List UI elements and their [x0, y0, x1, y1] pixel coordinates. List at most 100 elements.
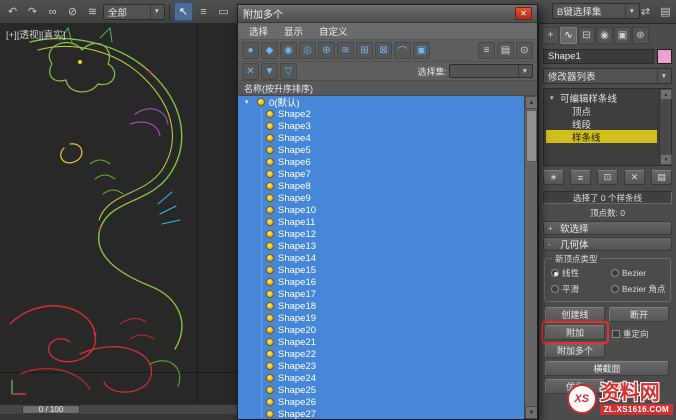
display-tab[interactable]: ▣	[614, 27, 631, 44]
rollout-soft-selection[interactable]: + 软选择	[543, 221, 672, 235]
show-end-result-icon[interactable]: ≡	[570, 170, 591, 185]
display-cameras-icon[interactable]: ◎	[299, 42, 316, 59]
list-item[interactable]: Shape26	[238, 396, 524, 408]
list-item[interactable]: Shape22	[238, 348, 524, 360]
list-item[interactable]: Shape21	[238, 336, 524, 348]
list-item[interactable]: Shape15	[238, 264, 524, 276]
modifier-list-dropdown[interactable]: 修改器列表 ▼	[543, 68, 672, 84]
list-item[interactable]: Shape5	[238, 144, 524, 156]
pin-stack-icon[interactable]: ∗	[543, 170, 564, 185]
display-xrefs-icon[interactable]: ⊠	[375, 42, 392, 59]
filter-icon[interactable]: ▼	[261, 62, 278, 80]
utilities-tab[interactable]: ⊛	[632, 27, 649, 44]
tree-expand-icon[interactable]: ▾	[245, 98, 253, 106]
display-shapes-icon[interactable]: ◆	[261, 42, 278, 59]
undo-icon[interactable]: ↶	[3, 2, 22, 21]
list-item[interactable]: Shape13	[238, 240, 524, 252]
stack-row[interactable]: ▾ 可编辑样条线	[546, 91, 657, 105]
list-item[interactable]: Shape23	[238, 360, 524, 372]
motion-tab[interactable]: ◉	[596, 27, 613, 44]
menu-item[interactable]: 选择	[241, 23, 276, 39]
display-lights-icon[interactable]: ◉	[280, 42, 297, 59]
list-scrollbar[interactable]: ▲ ▼	[524, 96, 537, 419]
list-item[interactable]: Shape27	[238, 408, 524, 419]
list-item[interactable]: Shape2	[238, 108, 524, 120]
radio-bezier-corner[interactable]: Bezier 角点	[611, 283, 671, 295]
selection-set-dropdown[interactable]: ▼	[449, 64, 533, 78]
unlink-selection-icon[interactable]: ⊘	[63, 2, 82, 21]
column-view-icon[interactable]: ▤	[497, 42, 514, 59]
display-space-warps-icon[interactable]: ≋	[337, 42, 354, 59]
tree-root-row[interactable]: ▾ 0(默认)	[238, 96, 524, 109]
scroll-up-icon[interactable]: ▲	[525, 96, 537, 109]
list-item[interactable]: Shape25	[238, 384, 524, 396]
create-tab[interactable]: +	[542, 27, 559, 44]
stack-scrollbar[interactable]: ▲ ▼	[659, 89, 672, 165]
list-item[interactable]: Shape16	[238, 276, 524, 288]
display-groups-icon[interactable]: ⊞	[356, 42, 373, 59]
make-unique-icon[interactable]: ⊡	[597, 170, 618, 185]
radio-smooth[interactable]: 平滑	[551, 283, 611, 295]
select-object-icon[interactable]: ↖	[174, 2, 193, 21]
display-geometry-icon[interactable]: ●	[242, 42, 259, 59]
create-line-button[interactable]: 创建线	[545, 307, 605, 322]
cross-section-button[interactable]: 横截面	[545, 361, 669, 376]
stack-row[interactable]: 样条线	[546, 130, 657, 144]
list-item[interactable]: Shape20	[238, 324, 524, 336]
named-selection-set-dropdown[interactable]: B键选择集 ▼	[552, 3, 640, 19]
rollout-geometry[interactable]: - 几何体	[543, 237, 672, 251]
display-helpers-icon[interactable]: ⊕	[318, 42, 335, 59]
attach-multiple-button[interactable]: 附加多个	[545, 343, 605, 358]
hierarchy-tab[interactable]: ⊟	[578, 27, 595, 44]
menu-item[interactable]: 自定义	[311, 23, 356, 39]
list-item[interactable]: Shape4	[238, 132, 524, 144]
scroll-down-icon[interactable]: ▼	[525, 406, 537, 419]
list-item[interactable]: Shape7	[238, 168, 524, 180]
stack-row[interactable]: 顶点	[546, 104, 657, 118]
select-by-name-icon[interactable]: ≡	[194, 2, 213, 21]
list-item[interactable]: Shape8	[238, 180, 524, 192]
display-bones-icon[interactable]: ⌒	[394, 42, 411, 59]
list-item[interactable]: Shape10	[238, 204, 524, 216]
reorient-checkbox[interactable]: 重定向	[612, 328, 649, 340]
modify-tab[interactable]: ∿	[560, 27, 577, 44]
dialog-title-bar[interactable]: 附加多个 ✕	[238, 5, 537, 23]
viewport-label[interactable]: [+][透视][真实]	[6, 27, 65, 41]
rectangular-selection-region-icon[interactable]: ▭	[214, 2, 233, 21]
list-item[interactable]: Shape9	[238, 192, 524, 204]
selection-filter-dropdown[interactable]: 全部 ▼	[103, 3, 165, 20]
stack-row[interactable]: 线段	[546, 117, 657, 131]
list-column-header[interactable]: 名称(按升序排序)	[238, 81, 537, 96]
list-item[interactable]: Shape18	[238, 300, 524, 312]
list-item[interactable]: Shape14	[238, 252, 524, 264]
list-item[interactable]: Shape11	[238, 216, 524, 228]
select-none-icon[interactable]: ✕	[242, 62, 259, 80]
find-icon[interactable]: ⊙	[516, 42, 533, 59]
list-item[interactable]: Shape24	[238, 372, 524, 384]
filter-invert-icon[interactable]: ▽	[280, 62, 297, 80]
scrollbar-thumb[interactable]	[526, 110, 537, 162]
scroll-down-icon[interactable]: ▼	[660, 154, 672, 165]
list-view-icon[interactable]: ≡	[478, 42, 495, 59]
object-name-field[interactable]: Shape1	[543, 49, 654, 64]
time-slider-handle[interactable]: 0 / 100	[22, 405, 80, 414]
radio-linear[interactable]: 线性	[551, 267, 611, 279]
redo-icon[interactable]: ↷	[23, 2, 42, 21]
break-button[interactable]: 断开	[609, 307, 669, 322]
list-item[interactable]: Shape12	[238, 228, 524, 240]
list-item[interactable]: Shape19	[238, 312, 524, 324]
remove-modifier-icon[interactable]: ✕	[624, 170, 645, 185]
list-item[interactable]: Shape6	[238, 156, 524, 168]
list-item[interactable]: Shape17	[238, 288, 524, 300]
select-and-link-icon[interactable]: ∞	[43, 2, 62, 21]
radio-bezier[interactable]: Bezier	[611, 267, 671, 279]
object-color-swatch[interactable]	[657, 49, 672, 64]
layer-manager-icon[interactable]: ▤	[656, 2, 675, 21]
bind-to-space-warp-icon[interactable]: ≋	[83, 2, 102, 21]
display-frozen-icon[interactable]: ▣	[413, 42, 430, 59]
list-item[interactable]: Shape3	[238, 120, 524, 132]
mirror-icon[interactable]: ⇄	[636, 2, 655, 21]
attach-button[interactable]: 附加	[545, 325, 605, 340]
close-icon[interactable]: ✕	[515, 7, 532, 20]
configure-modifier-sets-icon[interactable]: ▤	[651, 170, 672, 185]
